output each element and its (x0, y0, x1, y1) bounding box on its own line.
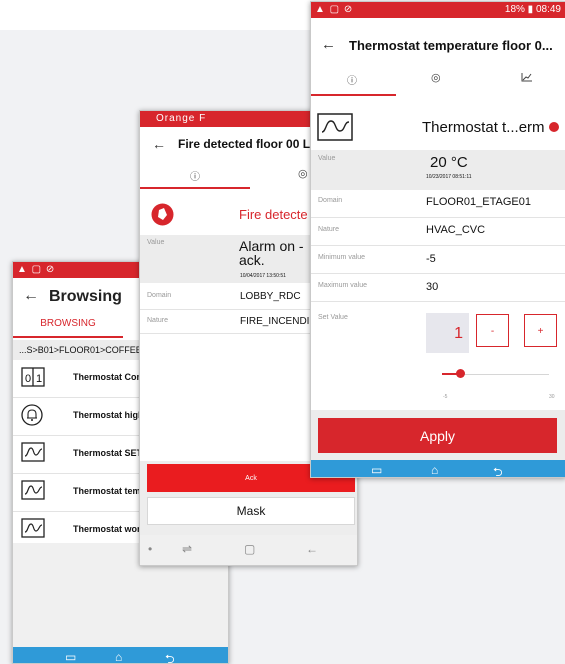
status-icons: ▲ ▢ ⊘ (315, 4, 354, 15)
page-title: Thermostat temperature floor 0... (349, 38, 553, 53)
back-icon[interactable]: ⮌ (165, 650, 175, 663)
min-value: -5 (426, 253, 436, 265)
carrier-name: Orange F (156, 113, 207, 124)
alarm-value-line2: ack. (239, 252, 265, 268)
temperature-value: 20 °C (430, 154, 468, 171)
page-title: Fire detected floor 00 Lo (178, 137, 318, 151)
alarm-value-line1: Alarm on - (239, 238, 304, 254)
recent-apps-icon[interactable]: ▭ (371, 463, 382, 477)
nature-label: Nature (318, 226, 340, 233)
svg-text:0: 0 (25, 373, 31, 385)
max-label: Maximum value (318, 282, 368, 289)
set-value-display[interactable]: 1 (426, 313, 469, 353)
svg-text:1: 1 (36, 373, 42, 385)
divider (311, 217, 565, 218)
slider-max-label: 30 (549, 394, 555, 400)
tab-info-icon[interactable]: ⓘ (190, 168, 200, 183)
tab-chart-icon[interactable] (521, 72, 533, 82)
status-icons: ▲ ▢ ⊘ (17, 264, 56, 275)
min-label: Minimum value (318, 254, 366, 261)
nature-label: Nature (147, 317, 169, 324)
counter-icon: 01 (21, 366, 45, 388)
back-icon[interactable]: ← (306, 542, 318, 556)
tab-browsing[interactable]: BROWSING (13, 318, 123, 329)
battery-time: 18% ▮ 08:49 (504, 4, 561, 15)
list-item-label: Thermostat worki (73, 524, 149, 534)
home-icon[interactable]: ⌂ (115, 650, 122, 663)
domain-label: Domain (147, 292, 172, 299)
value-label: Value (318, 155, 336, 162)
dot-icon: • (148, 542, 153, 556)
back-arrow-icon[interactable]: ← (321, 36, 336, 53)
wave-icon (317, 113, 353, 141)
tab-underline (140, 187, 250, 189)
tab-underline (311, 94, 396, 96)
domain-value: FLOOR01_ETAGE01 (426, 196, 531, 208)
nature-value: HVAC_CVC (426, 224, 486, 236)
slider-min-label: -5 (443, 394, 448, 400)
value-timestamp: 10/04/2017 13:50:51 (240, 273, 286, 279)
max-value: 30 (426, 281, 439, 293)
tab-eye-icon[interactable]: ◎ (298, 167, 308, 180)
item-heading: Thermostat t...erm (422, 119, 545, 136)
alarm-heading: Fire detecte (239, 207, 308, 222)
increment-button[interactable]: + (524, 314, 557, 347)
domain-label: Domain (318, 197, 343, 204)
list-item-label: Thermostat SET t (73, 448, 148, 458)
back-arrow-icon[interactable]: ← (23, 287, 39, 305)
recent-apps-icon[interactable]: ▭ (65, 650, 76, 663)
apply-button[interactable]: Apply (318, 418, 557, 453)
home-icon[interactable]: ▢ (244, 542, 255, 556)
system-nav-bar: ▭ ⌂ ⮌ (311, 460, 565, 477)
decrement-button[interactable]: - (476, 314, 509, 347)
set-value-label: Set Value (318, 314, 348, 321)
page-title: Browsing (49, 288, 122, 305)
pin-icon (548, 121, 560, 133)
system-nav-bar: ▭ ⌂ ⮌ (13, 647, 228, 663)
back-icon[interactable]: ⮌ (493, 463, 503, 477)
wave-icon (21, 480, 45, 502)
divider (311, 301, 565, 302)
thermostat-screen: ▲ ▢ ⊘ 18% ▮ 08:49 ← Thermostat temperatu… (310, 1, 565, 478)
bell-icon (21, 404, 43, 426)
back-arrow-icon[interactable]: ← (152, 136, 166, 152)
value-label: Value (147, 239, 165, 246)
tab-eye-icon[interactable]: ◎ (431, 71, 441, 84)
fire-alarm-icon (151, 203, 174, 226)
slider-handle[interactable] (455, 369, 465, 378)
system-nav-bar: • ⇌ ▢ ← (140, 535, 357, 565)
wave-icon (21, 442, 45, 464)
status-bar: ▲ ▢ ⊘ 18% ▮ 08:49 (311, 2, 565, 18)
wave-icon (21, 518, 45, 540)
tab-underline (13, 336, 123, 338)
recent-apps-icon[interactable]: ⇌ (182, 542, 192, 556)
mask-button[interactable]: Mask (147, 497, 355, 525)
divider (311, 273, 565, 274)
tab-info-icon[interactable]: ⓘ (347, 72, 357, 87)
home-icon[interactable]: ⌂ (431, 463, 438, 477)
nature-value: FIRE_INCENDI (240, 316, 310, 327)
value-timestamp: 10/23/2017 08:51:11 (426, 174, 472, 180)
divider (311, 245, 565, 246)
alarm-value: Alarm on - ack. (239, 239, 304, 267)
domain-value: LOBBY_RDC (240, 291, 301, 302)
